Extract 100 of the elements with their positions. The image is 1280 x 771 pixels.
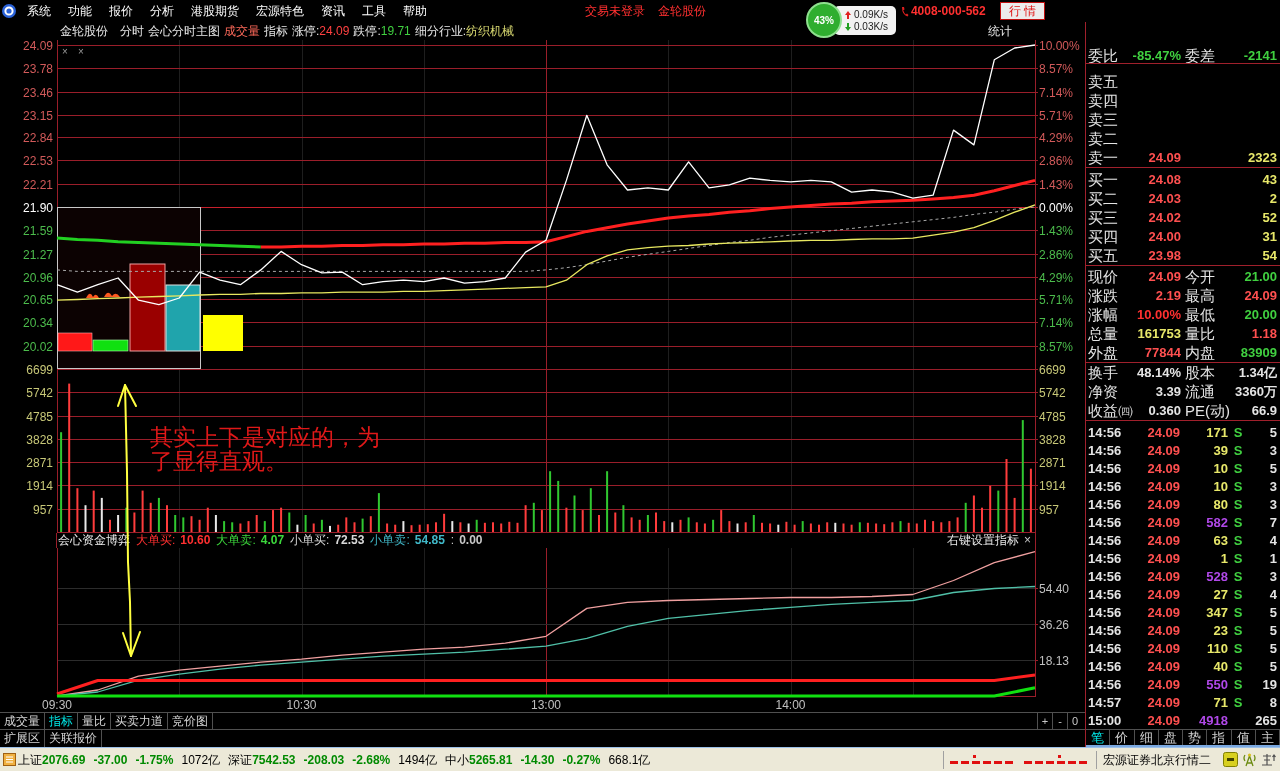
axis-label: 21.27	[22, 247, 53, 262]
trade-price: 24.09	[1147, 568, 1180, 586]
axis-label: 5.71%	[1039, 108, 1074, 123]
axis-label: 18.13	[1039, 653, 1070, 668]
field-label: 流通	[1184, 382, 1215, 402]
trade-price: 24.09	[1147, 622, 1180, 640]
time-label: 13:00	[531, 698, 561, 712]
trade-count: 5	[1269, 424, 1277, 442]
order-price: 24.09	[1148, 149, 1181, 167]
trade-time: 14:56	[1088, 514, 1122, 532]
axis-label: 4.29%	[1039, 270, 1074, 285]
industry-label: 细分行业:	[414, 23, 467, 40]
limit-label: 涨停:	[292, 23, 320, 40]
trade-time: 14:56	[1088, 658, 1122, 676]
legend-value: 10.60	[180, 533, 211, 548]
axis-label: 2.86%	[1039, 247, 1074, 262]
trade-count: 19	[1262, 676, 1277, 694]
axis-label: 21.59	[22, 223, 53, 238]
trade-time: 14:56	[1088, 622, 1122, 640]
axis-label: 2871	[1039, 455, 1066, 470]
trade-time: 14:56	[1088, 676, 1122, 694]
legend-label: 小单买:	[290, 533, 330, 548]
axis-label: 20.65	[22, 292, 53, 307]
order-volume: 43	[1262, 171, 1277, 189]
index-amount: 668.1亿	[608, 751, 651, 769]
industry-value: 纺织机械	[466, 23, 515, 40]
axis-label: 20.02	[22, 339, 53, 354]
index-amount: 1494亿	[398, 751, 437, 769]
axis-label: 8.57%	[1039, 339, 1074, 354]
order-price: 23.98	[1148, 247, 1181, 265]
index-change: -14.30	[520, 751, 555, 769]
trade-price: 24.09	[1147, 424, 1180, 442]
field-label: 委差	[1184, 46, 1215, 66]
trade-time: 14:57	[1088, 694, 1122, 712]
trade-time: 14:56	[1088, 586, 1122, 604]
field-label: 现价	[1088, 267, 1118, 287]
axis-label: 22.21	[22, 177, 53, 192]
trade-volume: 582	[1206, 514, 1228, 532]
field-value: -2141	[1243, 47, 1277, 65]
trade-time: 14:56	[1088, 442, 1122, 460]
index-change: -37.00	[93, 751, 128, 769]
trade-time: 14:56	[1088, 604, 1122, 622]
trade-volume: 27	[1213, 586, 1228, 604]
field-label: 收益㈣	[1088, 401, 1133, 421]
axis-label: 5742	[1039, 385, 1066, 400]
trade-side: S	[1233, 478, 1243, 496]
order-label: 卖二	[1088, 129, 1118, 148]
field-label: 涨跌	[1088, 286, 1118, 306]
field-label: 总量	[1088, 324, 1118, 344]
trade-volume: 40	[1213, 658, 1228, 676]
trade-price: 24.09	[1147, 694, 1180, 712]
trade-count: 5	[1269, 640, 1277, 658]
trade-volume: 4918	[1199, 712, 1228, 730]
trade-volume: 1	[1220, 550, 1228, 568]
field-label: 涨幅	[1088, 305, 1118, 325]
axis-label: 2.86%	[1039, 153, 1074, 168]
trade-side: S	[1233, 622, 1243, 640]
axis-label: 4.29%	[1039, 130, 1074, 145]
trade-time: 15:00	[1088, 712, 1122, 730]
order-label: 卖五	[1088, 72, 1118, 91]
trade-price: 24.09	[1147, 586, 1180, 604]
legend-label: 大单买:	[136, 533, 176, 548]
axis-label: 23.78	[22, 61, 53, 76]
legend-value: 54.85	[414, 533, 445, 548]
trade-time: 14:56	[1088, 532, 1122, 550]
trade-count: 265	[1255, 712, 1277, 730]
order-volume: 31	[1262, 228, 1277, 246]
field-value: 66.9	[1251, 402, 1277, 420]
trade-time: 14:56	[1088, 568, 1122, 586]
trade-price: 24.09	[1147, 478, 1180, 496]
index-name: 中小	[445, 751, 469, 769]
trade-price: 24.09	[1147, 676, 1180, 694]
field-value: 1.34亿	[1238, 364, 1277, 382]
trade-volume: 10	[1213, 478, 1228, 496]
field-label: 今开	[1184, 267, 1215, 287]
trade-count: 4	[1269, 586, 1277, 604]
trade-time: 14:56	[1088, 550, 1122, 568]
index-percent: -1.75%	[135, 751, 174, 769]
trade-volume: 39	[1213, 442, 1228, 460]
field-value: 21.00	[1244, 268, 1277, 286]
time-label: 09:30	[42, 698, 72, 712]
field-value: 48.14%	[1136, 364, 1181, 382]
axis-label: 2871	[26, 455, 53, 470]
axis-label: 7.14%	[1039, 85, 1074, 100]
trade-side: S	[1233, 550, 1243, 568]
axis-label: 54.40	[1039, 581, 1070, 596]
trade-count: 5	[1269, 658, 1277, 676]
trade-side: S	[1233, 604, 1243, 622]
field-value: 20.00	[1244, 306, 1277, 324]
legend-value: 4.07	[260, 533, 285, 548]
trade-volume: 23	[1213, 622, 1228, 640]
axis-label: 4785	[26, 409, 53, 424]
axis-label: 8.57%	[1039, 61, 1074, 76]
limit-label: 跌停:	[353, 23, 381, 40]
trade-price: 24.09	[1147, 712, 1180, 730]
trade-price: 24.09	[1147, 442, 1180, 460]
trade-price: 24.09	[1147, 532, 1180, 550]
legend-label: 大单卖:	[216, 533, 256, 548]
settings-hint: 右键设置指标	[947, 533, 1019, 548]
index-value: 2076.69	[42, 751, 86, 769]
